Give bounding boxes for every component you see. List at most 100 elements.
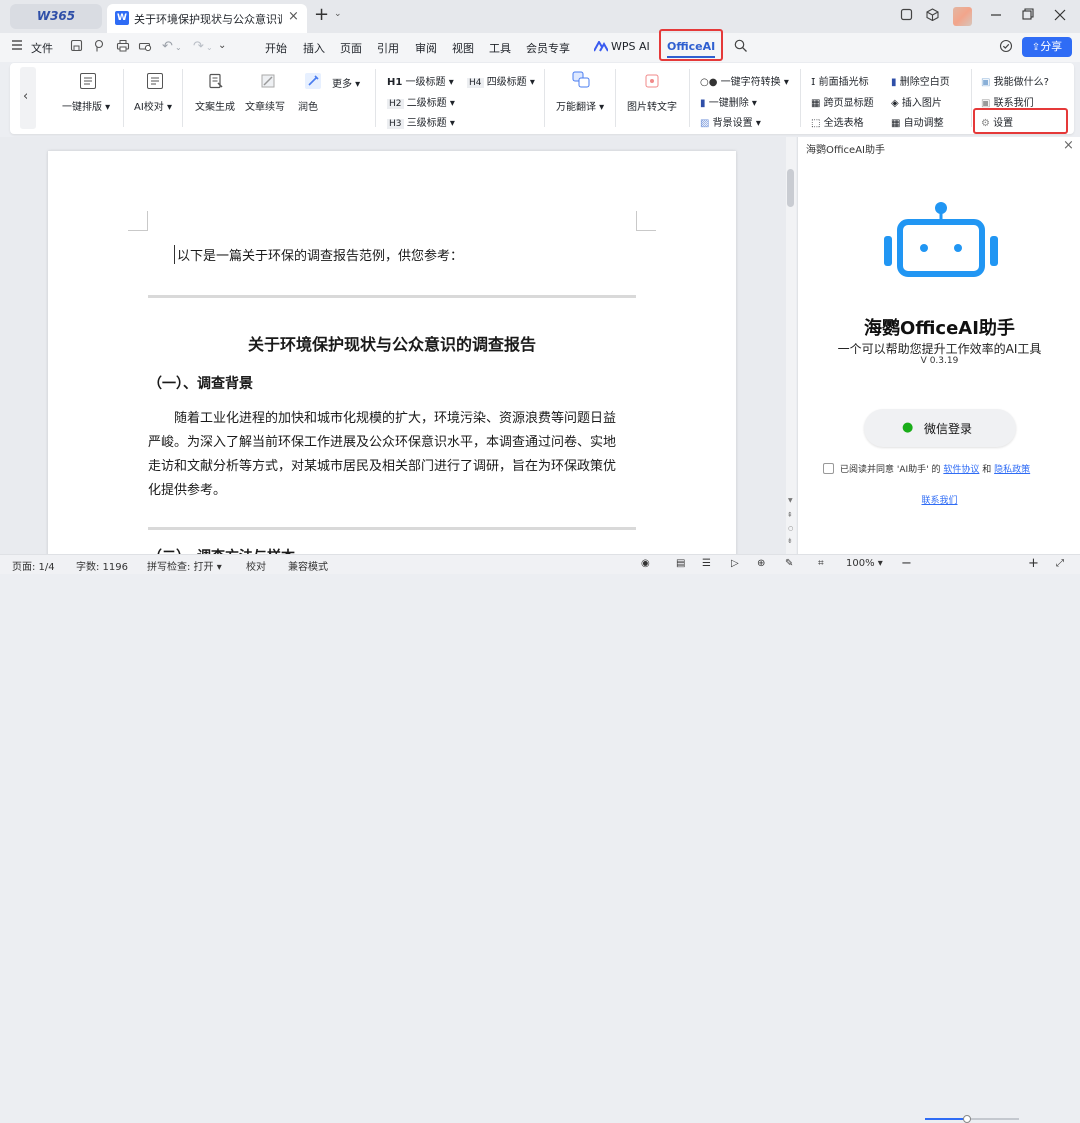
wps-ai-logo-icon xyxy=(594,41,608,52)
proofread-button[interactable]: 校对 xyxy=(246,558,266,573)
tab-review[interactable]: 审阅 xyxy=(415,40,437,56)
print-icon[interactable] xyxy=(116,39,130,52)
more-quick-access-chevron-icon[interactable]: ⌄ xyxy=(218,40,226,51)
zoom-level[interactable]: 100% ▾ xyxy=(846,558,883,569)
polish-button[interactable]: 润色 xyxy=(298,98,318,113)
print-preview-icon[interactable] xyxy=(138,39,152,52)
one-key-layout-button[interactable]: 一键排版 ▾ xyxy=(62,98,110,113)
zoom-in-icon[interactable]: + xyxy=(1028,556,1039,571)
zoom-slider-thumb[interactable] xyxy=(963,1115,971,1123)
spell-check-status[interactable]: 拼写检查: 打开 ▾ xyxy=(147,558,222,573)
insert-image-button[interactable]: ◈ 插入图片 xyxy=(891,94,942,109)
delete-blank-page-button[interactable]: ▮ 删除空白页 xyxy=(891,73,950,88)
more-button[interactable]: 更多 ▾ xyxy=(332,75,360,90)
close-window-icon[interactable] xyxy=(1054,8,1066,21)
document-page[interactable]: 以下是一篇关于环保的调查报告范例，供您参考： 关于环境保护现状与公众意识的调查报… xyxy=(48,151,736,554)
user-avatar[interactable] xyxy=(953,7,972,26)
fit-page-icon[interactable]: ⌗ xyxy=(818,558,824,569)
software-agreement-link[interactable]: 软件协议 xyxy=(943,465,979,475)
intro-paragraph[interactable]: 以下是一篇关于环保的调查报告范例，供您参考： xyxy=(174,245,463,264)
next-page-icon[interactable]: ⇟ xyxy=(787,537,793,545)
continue-write-button[interactable]: 文章续写 xyxy=(245,98,285,113)
undo-dropdown-icon[interactable]: ⌄ xyxy=(175,43,182,52)
outline-view-icon[interactable]: ☰ xyxy=(702,558,711,569)
heading4-button[interactable]: H4 四级标题 ▾ xyxy=(467,73,535,88)
paragraph-line[interactable]: 随着工业化进程的加快和城市化规模的扩大，环境污染、资源浪费等问题日益 xyxy=(174,407,616,426)
cross-page-title-button[interactable]: ▦ 跨页显标题 xyxy=(811,94,874,109)
new-tab-icon[interactable]: + xyxy=(314,4,329,25)
text-generate-button[interactable]: 文案生成 xyxy=(195,98,235,113)
tab-list-chevron-icon[interactable]: ⌄ xyxy=(334,9,342,19)
select-browse-object-icon[interactable]: ○ xyxy=(788,525,793,532)
zoom-out-icon[interactable]: − xyxy=(901,556,912,571)
scrollbar-thumb[interactable] xyxy=(787,169,794,207)
what-can-i-do-button[interactable]: ▣ 我能做什么? xyxy=(981,73,1049,88)
close-tab-icon[interactable]: × xyxy=(288,9,299,24)
heading2-button[interactable]: H2 二级标题 ▾ xyxy=(387,94,455,109)
document-tab[interactable]: W 关于环境保护现状与公众意识调查 × xyxy=(107,4,307,33)
tab-page[interactable]: 页面 xyxy=(340,40,362,56)
tab-tools[interactable]: 工具 xyxy=(489,40,511,56)
contact-us-ribbon-button[interactable]: ▣ 联系我们 xyxy=(981,94,1034,109)
panel-close-icon[interactable]: × xyxy=(1063,138,1074,153)
undo-icon[interactable]: ↶ xyxy=(162,39,173,54)
ai-proof-button[interactable]: AI校对 ▾ xyxy=(134,98,172,113)
save-icon[interactable] xyxy=(70,39,83,52)
app-logo[interactable]: W365 xyxy=(10,4,102,29)
wechat-login-button[interactable]: ● 微信登录 xyxy=(864,409,1016,447)
section2-heading[interactable]: （二）、调查方法与样本 xyxy=(148,546,295,554)
prev-page-icon[interactable]: ⇞ xyxy=(787,511,793,519)
section1-heading[interactable]: （一）、调查背景 xyxy=(148,373,253,393)
scroll-down-icon[interactable]: ▼ xyxy=(788,497,793,504)
paragraph-line[interactable]: 严峻。为深入了解当前环保工作进展及公众环保意识水平，本调查通过问卷、实地 xyxy=(148,431,616,450)
restore-icon[interactable] xyxy=(1022,8,1034,21)
pen-icon[interactable]: ✎ xyxy=(785,558,793,569)
tab-view[interactable]: 视图 xyxy=(452,40,474,56)
collaboration-status-icon[interactable] xyxy=(999,39,1013,53)
select-all-tables-button[interactable]: ⬚ 全选表格 xyxy=(811,114,864,129)
char-convert-button[interactable]: ○● 一键字符转换 ▾ xyxy=(700,73,789,88)
page-indicator[interactable]: 页面: 1/4 xyxy=(12,558,55,573)
output-pdf-icon[interactable] xyxy=(94,39,107,52)
ribbon-scroll-left[interactable]: ‹ xyxy=(20,67,36,129)
agree-checkbox[interactable] xyxy=(823,463,834,474)
tab-start[interactable]: 开始 xyxy=(265,40,287,56)
auto-adjust-button[interactable]: ▦ 自动调整 xyxy=(891,114,944,129)
page-margin-corner xyxy=(636,211,656,231)
background-settings-button[interactable]: ▨ 背景设置 ▾ xyxy=(700,114,761,129)
one-key-delete-button[interactable]: ▮ 一键删除 ▾ xyxy=(700,94,757,109)
skin-cube-icon[interactable] xyxy=(926,8,939,21)
report-title[interactable]: 关于环境保护现状与公众意识的调查报告 xyxy=(148,331,636,355)
translate-button[interactable]: 万能翻译 ▾ xyxy=(556,98,604,113)
tab-wps-ai[interactable]: WPS AI xyxy=(611,40,650,53)
share-button[interactable]: ⇪分享 xyxy=(1022,37,1072,57)
privacy-policy-link[interactable]: 隐私政策 xyxy=(994,465,1030,475)
image-to-text-button[interactable]: 图片转文字 xyxy=(627,98,677,113)
tab-member[interactable]: 会员专享 xyxy=(526,40,570,56)
page-view-icon[interactable]: ▤ xyxy=(676,558,685,569)
insert-cursor-button[interactable]: 𝖨 前面插光标 xyxy=(811,73,869,88)
heading3-button[interactable]: H3 三级标题 ▾ xyxy=(387,114,455,129)
paragraph-line[interactable]: 走访和文献分析等方式，对某城市居民及相关部门进行了调研，旨在为环保政策优 xyxy=(148,455,616,474)
play-icon[interactable]: ▷ xyxy=(731,558,739,569)
redo-dropdown-icon[interactable]: ⌄ xyxy=(206,43,213,52)
menu-file[interactable]: 文件 xyxy=(31,40,53,56)
search-icon[interactable] xyxy=(734,39,747,52)
document-canvas[interactable]: ⠿ 以下是一篇关于环保的调查报告范例，供您参考： 关于环境保护现状与公众意识的调… xyxy=(0,137,796,554)
eye-protect-icon[interactable]: ◉ xyxy=(641,558,650,569)
redo-icon[interactable]: ↷ xyxy=(193,39,204,54)
document-scrollbar[interactable]: ▼ ⇞ ○ ⇟ xyxy=(786,137,796,554)
web-view-icon[interactable]: ⊕ xyxy=(757,558,765,569)
minimize-icon[interactable] xyxy=(990,8,1002,21)
tab-insert[interactable]: 插入 xyxy=(303,40,325,56)
word-count[interactable]: 字数: 1196 xyxy=(76,558,128,573)
hamburger-menu-icon[interactable] xyxy=(12,39,22,51)
heading1-button[interactable]: H1 一级标题 ▾ xyxy=(387,73,454,88)
fullscreen-icon[interactable]: ⤢ xyxy=(1056,558,1064,569)
contact-us-link[interactable]: 联系我们 xyxy=(798,493,1080,506)
tab-reference[interactable]: 引用 xyxy=(377,40,399,56)
window-layout-icon[interactable] xyxy=(900,8,913,21)
one-key-layout-icon xyxy=(80,73,96,89)
paragraph-line[interactable]: 化提供参考。 xyxy=(148,479,226,498)
settings-highlight xyxy=(973,108,1068,134)
